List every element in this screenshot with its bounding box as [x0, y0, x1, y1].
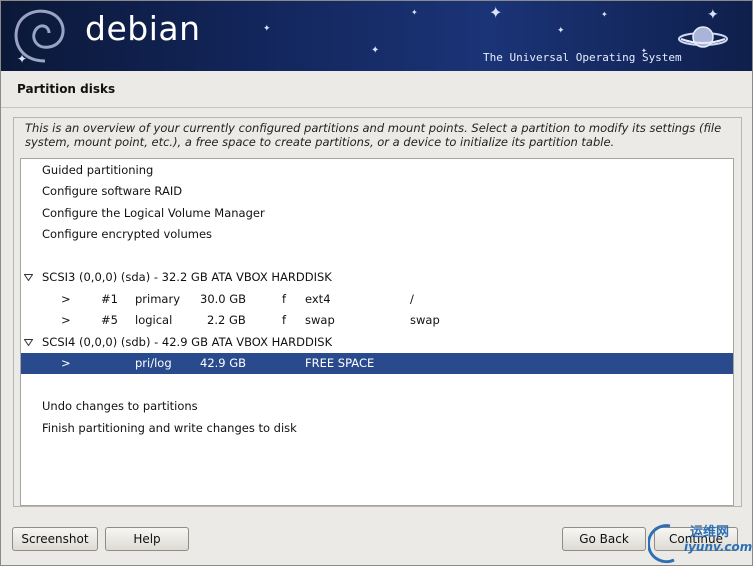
debian-swirl-logo — [14, 9, 65, 63]
partition-panel: This is an overview of your currently co… — [13, 117, 742, 507]
partition-list[interactable]: Guided partitioning Configure software R… — [20, 158, 734, 506]
disk-sda-label: SCSI3 (0,0,0) (sda) - 32.2 GB ATA VBOX H… — [42, 270, 332, 284]
debian-banner: ✦ ✦ ✦ ✦ ✦ ✦ ✦ ✦ ✦ debian The Universal O… — [1, 1, 752, 71]
list-item-label: Configure encrypted volumes — [42, 227, 213, 241]
help-button[interactable]: Help — [105, 527, 189, 551]
partition-type: logical — [135, 313, 173, 327]
list-item-label: Undo changes to partitions — [42, 399, 198, 413]
disk-sdb-row[interactable]: SCSI4 (0,0,0) (sdb) - 42.9 GB ATA VBOX H… — [21, 332, 733, 353]
list-item-label: Configure the Logical Volume Manager — [42, 206, 265, 220]
partition-size: 2.2 GB — [207, 313, 246, 327]
free-space-row[interactable]: > pri/log 42.9 GB FREE SPACE — [21, 353, 733, 374]
partition-description: This is an overview of your currently co… — [25, 121, 722, 149]
partition-arrow: > — [61, 356, 71, 370]
list-item-label: Configure software RAID — [42, 184, 183, 198]
list-item-finish-partitioning[interactable]: Finish partitioning and write changes to… — [21, 418, 733, 439]
partition-filesystem: ext4 — [305, 292, 331, 306]
expand-triangle-icon — [24, 274, 33, 281]
partition-arrow: > — [61, 292, 71, 306]
list-item-undo-changes[interactable]: Undo changes to partitions — [21, 396, 733, 417]
watermark-url: iyunv.com — [684, 540, 753, 554]
installer-window: ✦ ✦ ✦ ✦ ✦ ✦ ✦ ✦ ✦ debian The Universal O… — [0, 0, 753, 566]
list-item-configure-raid[interactable]: Configure software RAID — [21, 181, 733, 202]
partition-format-flag: f — [282, 292, 287, 306]
partition-mount-point: / — [410, 292, 414, 306]
title-bar: Partition disks — [1, 71, 752, 108]
planet-icon — [678, 26, 728, 48]
partition-number: #5 — [101, 313, 118, 327]
expand-triangle-icon — [24, 339, 33, 346]
free-space-label: FREE SPACE — [305, 356, 375, 370]
partition-size: 30.0 GB — [200, 292, 247, 306]
partition-filesystem: swap — [305, 313, 335, 327]
page-title: Partition disks — [17, 82, 116, 96]
list-item-label: Guided partitioning — [42, 163, 154, 177]
partition-number: #1 — [101, 292, 118, 306]
go-back-button[interactable]: Go Back — [562, 527, 646, 551]
partition-type: pri/log — [135, 356, 172, 370]
watermark-text: 运维网 — [690, 525, 730, 540]
list-item-configure-lvm[interactable]: Configure the Logical Volume Manager — [21, 203, 733, 224]
partition-format-flag: f — [282, 313, 287, 327]
partition-row-sda1[interactable]: > #1 primary 30.0 GB f ext4 / — [21, 289, 733, 310]
screenshot-button[interactable]: Screenshot — [12, 527, 98, 551]
partition-type: primary — [135, 292, 181, 306]
list-item-configure-encrypted[interactable]: Configure encrypted volumes — [21, 224, 733, 245]
list-item-label: Finish partitioning and write changes to… — [42, 421, 297, 435]
disk-sda-row[interactable]: SCSI3 (0,0,0) (sda) - 32.2 GB ATA VBOX H… — [21, 267, 733, 288]
banner-tagline: The Universal Operating System — [483, 51, 682, 64]
debian-logo-text: debian — [85, 9, 201, 48]
partition-row-sda5[interactable]: > #5 logical 2.2 GB f swap swap — [21, 310, 733, 331]
partition-arrow: > — [61, 313, 71, 327]
disk-sdb-label: SCSI4 (0,0,0) (sdb) - 42.9 GB ATA VBOX H… — [42, 335, 333, 349]
partition-size: 42.9 GB — [200, 356, 247, 370]
list-item-guided-partitioning[interactable]: Guided partitioning — [21, 160, 733, 181]
partition-mount-point: swap — [410, 313, 440, 327]
